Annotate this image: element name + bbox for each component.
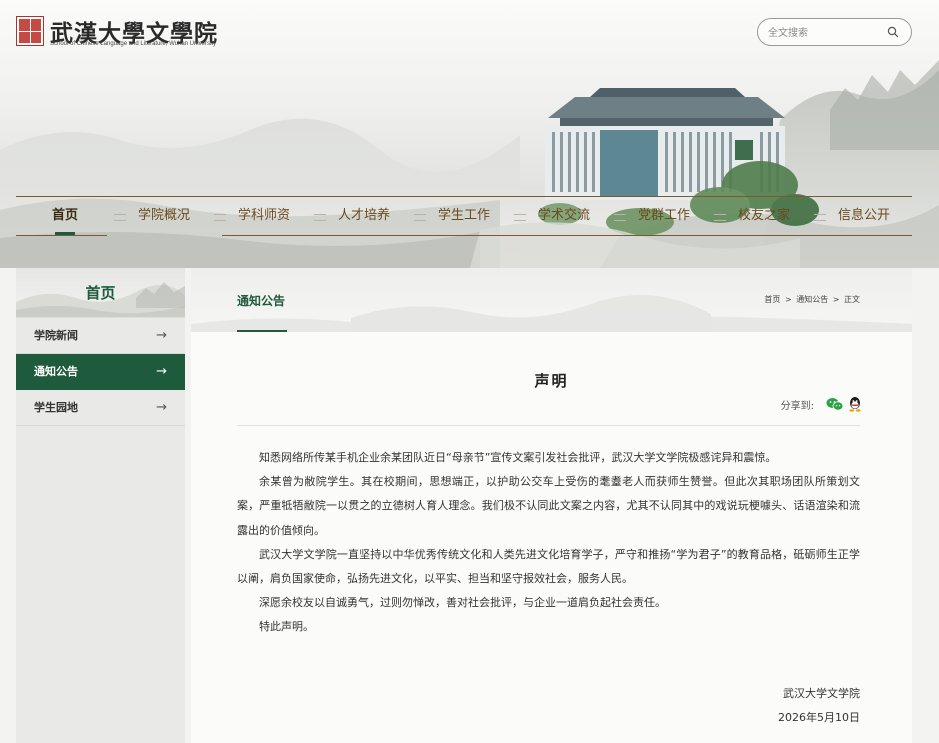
- nav-separator: [814, 213, 826, 221]
- nav-divider-bottom: [222, 235, 912, 236]
- paragraph: 余某曾为敝院学生。其在校期间，思想端正，以护助公交车上受伤的耄耋老人而获师生赞誉…: [237, 475, 860, 537]
- article-title: 声明: [534, 372, 569, 390]
- signature-org: 武汉大学文学院: [783, 687, 860, 700]
- share-label: 分享到:: [780, 400, 814, 412]
- sidebar-header: 首页: [16, 268, 185, 318]
- breadcrumb-separator: >: [832, 295, 840, 304]
- nav-item-education[interactable]: 人才培养: [326, 197, 402, 235]
- nav-item-party[interactable]: 党群工作: [626, 197, 702, 235]
- nav-separator: [514, 213, 526, 221]
- nav-separator: [614, 213, 626, 221]
- seal-icon: [16, 16, 44, 46]
- nav-separator: [314, 213, 326, 221]
- breadcrumb-current: 正文: [844, 295, 860, 304]
- search-icon[interactable]: [887, 26, 899, 38]
- qq-icon[interactable]: [848, 396, 862, 412]
- breadcrumb-notices[interactable]: 通知公告: [796, 295, 828, 304]
- signature-date: 2026年5月10日: [778, 711, 860, 724]
- college-logo[interactable]: 武漢大學文學院 School of Chinese Language and L…: [16, 14, 217, 50]
- arrow-right-icon: →: [156, 400, 167, 415]
- section-title: 通知公告: [237, 294, 286, 308]
- sidebar-item-label: 通知公告: [34, 365, 78, 378]
- nav-separator: [214, 213, 226, 221]
- nav-item-faculty[interactable]: 学科师资: [226, 197, 302, 235]
- paragraph: 深愿余校友以自诚勇气，过则勿惮改，善对社会批评，与企业一道肩负起社会责任。: [259, 596, 666, 610]
- article-panel-header: 通知公告 首页 > 通知公告 > 正文: [191, 268, 912, 332]
- sidebar-item-news[interactable]: 学院新闻 →: [16, 318, 185, 354]
- breadcrumb: 首页 > 通知公告 > 正文: [764, 294, 860, 305]
- section-title-underline: [237, 330, 287, 332]
- nav-item-about[interactable]: 学院概况: [126, 197, 202, 235]
- logo-title-en: School of Chinese Language and Literatur…: [50, 41, 216, 47]
- main-nav: 首页 学院概况 学科师资 人才培养 学生工作 学术交流 党群工作 校友之家 信息…: [16, 197, 912, 235]
- search-box: [757, 18, 912, 46]
- sidebar-item-label: 学院新闻: [34, 329, 78, 342]
- sidebar-title: 首页: [85, 284, 116, 302]
- nav-item-disclosure[interactable]: 信息公开: [826, 197, 902, 235]
- breadcrumb-home[interactable]: 首页: [764, 295, 780, 304]
- nav-separator: [714, 213, 726, 221]
- sidebar-item-notices[interactable]: 通知公告 →: [16, 354, 185, 390]
- signature-block: 武汉大学文学院 2026年5月10日: [778, 682, 860, 730]
- article-panel: 通知公告 首页 > 通知公告 > 正文 声明 分享到: 知悉网络所传某手机企业余…: [191, 268, 912, 743]
- nav-item-alumni[interactable]: 校友之家: [726, 197, 802, 235]
- nav-item-students[interactable]: 学生工作: [426, 197, 502, 235]
- paragraph: 知悉网络所传某手机企业余某团队近日“母亲节”宣传文案引发社会批评，武汉大学文学院…: [259, 451, 777, 464]
- arrow-right-icon: →: [156, 364, 167, 379]
- title-divider: [237, 425, 860, 426]
- nav-item-home[interactable]: 首页: [16, 197, 114, 235]
- nav-item-academic[interactable]: 学术交流: [526, 197, 602, 235]
- sidebar: 首页 学院新闻 → 通知公告 → 学生园地 →: [16, 268, 185, 743]
- arrow-right-icon: →: [156, 328, 167, 343]
- wechat-icon[interactable]: [826, 397, 844, 411]
- header-banner: 武漢大學文學院 School of Chinese Language and L…: [0, 0, 939, 268]
- sidebar-item-student-garden[interactable]: 学生园地 →: [16, 390, 185, 426]
- sidebar-item-label: 学生园地: [34, 401, 78, 414]
- nav-separator: [414, 213, 426, 221]
- nav-separator: [114, 213, 126, 221]
- paragraph: 武汉大学文学院一直坚持以中华优秀传统文化和人类先进文化培育学子，严守和推扬“学为…: [237, 547, 860, 586]
- breadcrumb-separator: >: [784, 295, 792, 304]
- search-input[interactable]: [768, 24, 880, 42]
- nav-divider-bottom-left: [16, 235, 107, 236]
- paragraph: 特此声明。: [259, 620, 314, 634]
- share-bar: 分享到:: [781, 396, 862, 412]
- article-body: 知悉网络所传某手机企业余某团队近日“母亲节”宣传文案引发社会批评，武汉大学文学院…: [237, 446, 860, 640]
